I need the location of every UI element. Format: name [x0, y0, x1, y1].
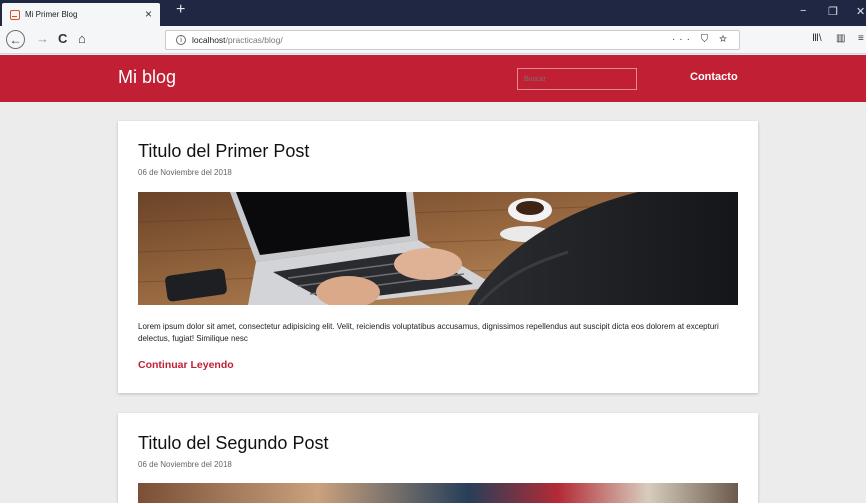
back-arrow-icon: ←	[9, 32, 22, 47]
post-title[interactable]: Titulo del Primer Post	[138, 141, 309, 162]
back-button[interactable]: ←	[6, 30, 25, 49]
url-bar[interactable]: i localhost /practicas/blog/ ··· ⛉ ☆	[165, 30, 740, 50]
home-icon[interactable]: ⌂	[78, 31, 86, 46]
post-card: Titulo del Segundo Post 06 de Noviembre …	[118, 413, 758, 503]
library-icon[interactable]: Ⅲ\	[812, 33, 822, 44]
restore-window-icon[interactable]: ❐	[828, 5, 838, 18]
post-date: 06 de Noviembre del 2018	[138, 460, 232, 469]
new-tab-button[interactable]: +	[176, 1, 185, 19]
url-host: localhost	[192, 35, 226, 45]
tab-title: Mi Primer Blog	[25, 10, 78, 19]
sidebar-icon[interactable]: ▥	[836, 33, 845, 44]
blog-favicon-icon	[10, 9, 20, 20]
post-image	[138, 483, 738, 503]
post-title[interactable]: Titulo del Segundo Post	[138, 433, 328, 454]
contact-link[interactable]: Contacto	[690, 71, 738, 83]
site-info-icon[interactable]: i	[176, 35, 186, 45]
forward-icon[interactable]: →	[36, 31, 49, 46]
laptop-photo	[138, 192, 738, 305]
page-actions-icon[interactable]: ··· ⛉ ☆	[672, 34, 731, 45]
search-input[interactable]	[517, 68, 637, 90]
browser-tab[interactable]: Mi Primer Blog ×	[2, 3, 160, 26]
site-brand[interactable]: Mi blog	[118, 67, 176, 88]
browser-toolbar: ← → C ⌂ i localhost /practicas/blog/ ···…	[0, 26, 866, 54]
tab-close-icon[interactable]: ×	[145, 7, 152, 21]
url-path: /practicas/blog/	[225, 35, 283, 45]
browser-tab-strip: Mi Primer Blog × + − ❐ ✕	[0, 0, 866, 26]
read-more-link[interactable]: Continuar Leyendo	[138, 359, 234, 371]
minimize-window-icon[interactable]: −	[800, 5, 806, 17]
reload-icon[interactable]: C	[58, 31, 67, 46]
post-date: 06 de Noviembre del 2018	[138, 168, 232, 177]
close-window-icon[interactable]: ✕	[856, 5, 865, 18]
site-header: Mi blog Contacto	[0, 55, 866, 102]
post-image	[138, 192, 738, 305]
post-excerpt: Lorem ipsum dolor sit amet, consectetur …	[138, 322, 719, 343]
post-card: Titulo del Primer Post 06 de Noviembre d…	[118, 121, 758, 393]
menu-icon[interactable]: ≡	[858, 33, 864, 44]
